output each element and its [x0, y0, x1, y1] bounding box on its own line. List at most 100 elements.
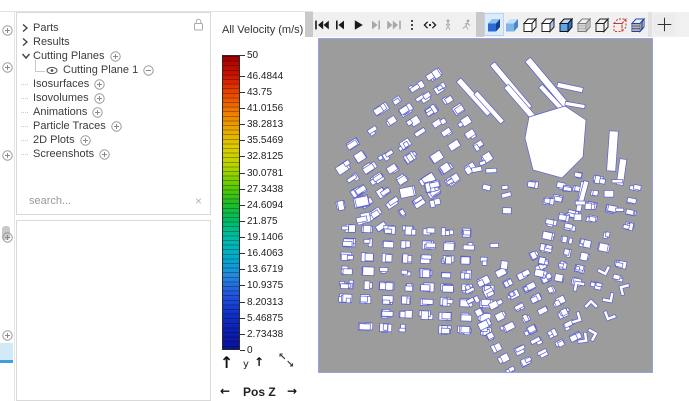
- chevron-right-icon[interactable]: [21, 37, 31, 47]
- remove-circle-icon[interactable]: [143, 65, 154, 76]
- toolbar: [313, 12, 689, 37]
- view-mesh-colored-button[interactable]: [629, 14, 647, 35]
- tick-label: 2.73438: [247, 330, 283, 339]
- legend-title: All Velocity (m/s): [222, 24, 303, 36]
- add-circle-icon[interactable]: [2, 232, 13, 243]
- tick-mark: [240, 76, 245, 77]
- panel-splitter[interactable]: [305, 12, 313, 37]
- tree-guide: [21, 79, 31, 89]
- view-wireframe-button[interactable]: [593, 14, 611, 35]
- span-time-button[interactable]: [421, 14, 439, 35]
- add-circle-icon[interactable]: [99, 149, 110, 160]
- probe-button[interactable]: [653, 14, 675, 35]
- rail-selected-accent: [0, 360, 13, 363]
- tree-item-animations[interactable]: Animations: [17, 105, 210, 119]
- tick-mark: [240, 221, 245, 222]
- eye-icon[interactable]: [46, 66, 58, 75]
- tick-mark: [240, 156, 245, 157]
- tick-label: 41.0156: [247, 104, 283, 113]
- up-axis-label: y: [243, 359, 249, 370]
- tree-item-isovolumes[interactable]: Isovolumes: [17, 91, 210, 105]
- more-options-button[interactable]: [403, 14, 421, 35]
- tree-guide: [21, 121, 31, 131]
- tick-label: 35.5469: [247, 136, 283, 145]
- tick-label: 38.2813: [247, 120, 283, 129]
- add-circle-icon[interactable]: [2, 150, 13, 161]
- tick-label: 27.3438: [247, 185, 283, 194]
- tree-item-screenshots[interactable]: Screenshots: [17, 147, 210, 161]
- tree-item-2d-plots[interactable]: 2D Plots: [17, 133, 210, 147]
- tick-label: 10.9375: [247, 281, 283, 290]
- tree-item-cutting-plane-1[interactable]: Cutting Plane 1: [17, 63, 210, 77]
- tick-mark: [240, 124, 245, 125]
- view-mesh-button[interactable]: [575, 14, 593, 35]
- toolbar-separator: [476, 12, 484, 37]
- tick-label: 21.875: [247, 217, 278, 226]
- view-direction-label: Pos Z: [243, 385, 276, 399]
- play-button[interactable]: [349, 14, 367, 35]
- tick-mark: [240, 205, 245, 206]
- tree-item-particle-traces[interactable]: Particle Traces: [17, 119, 210, 133]
- add-circle-icon[interactable]: [94, 79, 105, 90]
- view-shaded-edges-button[interactable]: [539, 14, 557, 35]
- add-circle-icon[interactable]: [80, 135, 91, 146]
- add-circle-icon[interactable]: [94, 93, 105, 104]
- axis-up-arrow-button[interactable]: ↑: [254, 355, 264, 369]
- tree-item-isosurfaces[interactable]: Isosurfaces: [17, 77, 210, 91]
- tree-item-label: Isosurfaces: [33, 78, 89, 90]
- step-back-button[interactable]: [331, 14, 349, 35]
- tree-item-label: Particle Traces: [33, 120, 106, 132]
- tick-label: 13.6719: [247, 265, 283, 274]
- view-feature-dashed-button[interactable]: [611, 14, 629, 35]
- view-flat-shaded-button[interactable]: [503, 14, 521, 35]
- colorbar: [222, 55, 240, 350]
- left-rail: [0, 12, 15, 401]
- toolbar-separator: [648, 12, 652, 37]
- tick-label: 16.4063: [247, 249, 283, 258]
- tree-item-parts[interactable]: Parts: [17, 21, 210, 35]
- tick-mark: [240, 350, 245, 351]
- search-input[interactable]: [27, 194, 193, 208]
- view-smooth-shaded-button[interactable]: [485, 14, 503, 35]
- legend-panel: All Velocity (m/s) 5046.484443.7541.0156…: [215, 12, 308, 401]
- view-hidden-line-button[interactable]: [521, 14, 539, 35]
- add-circle-icon[interactable]: [2, 62, 13, 73]
- tick-mark: [240, 285, 245, 286]
- view-up-button[interactable]: ↑: [220, 353, 233, 372]
- tree-item-cutting-planes[interactable]: Cutting Planes: [17, 49, 210, 63]
- viewport[interactable]: [318, 38, 653, 373]
- tree-item-results[interactable]: Results: [17, 35, 210, 49]
- diag-down-right-icon: ↘: [286, 359, 294, 370]
- chevron-right-icon[interactable]: [21, 23, 31, 33]
- tick-label: 46.4844: [247, 72, 283, 81]
- view-diagonal-button[interactable]: ↖ ↘: [278, 352, 296, 370]
- tick-mark: [240, 92, 245, 93]
- add-circle-icon[interactable]: [2, 25, 13, 36]
- secondary-panel: [16, 220, 211, 401]
- tick-mark: [240, 334, 245, 335]
- view-right-button[interactable]: →: [287, 384, 297, 398]
- city-model[interactable]: [319, 39, 652, 372]
- step-forward-button: [367, 14, 385, 35]
- close-icon[interactable]: ×: [193, 194, 204, 208]
- view-left-button[interactable]: ←: [220, 384, 230, 398]
- model-tree: PartsResultsCutting PlanesCutting Plane …: [17, 21, 210, 161]
- add-circle-icon[interactable]: [110, 51, 121, 62]
- tick-mark: [240, 253, 245, 254]
- jump-to-start-button[interactable]: [313, 14, 331, 35]
- add-circle-icon[interactable]: [111, 121, 122, 132]
- tick-label: 5.46875: [247, 314, 283, 323]
- tick-mark: [240, 269, 245, 270]
- add-circle-icon[interactable]: [2, 330, 13, 341]
- tree-guide: [21, 135, 31, 145]
- tree-elbow: [35, 60, 45, 72]
- tree-item-label: Animations: [33, 106, 87, 118]
- tree-guide: [21, 93, 31, 103]
- tree-item-label: 2D Plots: [33, 134, 75, 146]
- rail-selected-item[interactable]: [0, 343, 13, 360]
- chevron-down-icon[interactable]: [21, 51, 31, 61]
- add-circle-icon[interactable]: [92, 107, 103, 118]
- app-window: { "left_rail": { "add_button_icon": "add…: [0, 0, 689, 401]
- view-filled-edges-button[interactable]: [557, 14, 575, 35]
- tick-mark: [240, 189, 245, 190]
